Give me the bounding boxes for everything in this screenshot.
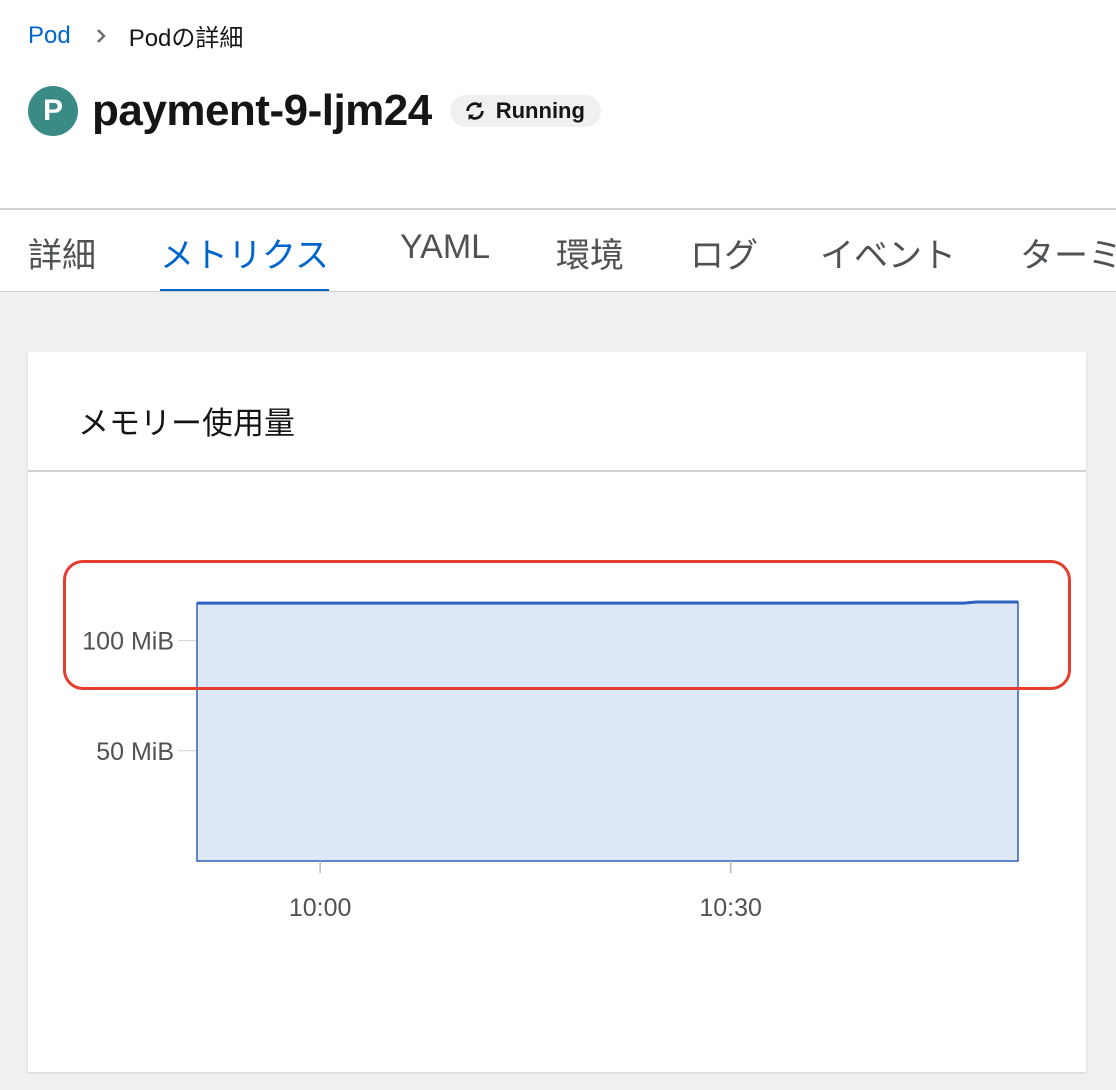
page-title: payment-9-ljm24 — [92, 86, 432, 135]
tab-logs[interactable]: ログ — [690, 228, 758, 291]
tab-metrics[interactable]: メトリクス — [160, 228, 329, 291]
memory-usage-chart[interactable]: 50 MiB100 MiB10:00 10:30 — [28, 352, 1086, 1072]
tab-details[interactable]: 詳細 — [28, 228, 96, 291]
x-tick-label: 10:00 — [289, 894, 352, 922]
chevron-right-icon — [95, 28, 107, 44]
x-tick-label: 10:30 — [699, 894, 762, 922]
pod-resource-icon: P — [28, 86, 78, 136]
breadcrumb: Pod Podの詳細 — [28, 18, 243, 53]
memory-usage-card: メモリー使用量 50 MiB 100 MiB 10:00 10:30 — [28, 352, 1086, 1072]
status-badge: Running — [449, 95, 601, 127]
tab-terminal[interactable]: ターミ — [1020, 228, 1116, 291]
tab-events[interactable]: イベント — [820, 228, 956, 291]
status-text: Running — [495, 98, 585, 123]
y-tick-label: 50 MiB — [96, 738, 174, 766]
tab-bar: 詳細 メトリクス YAML 環境 ログ イベント ターミ — [0, 208, 1116, 292]
breadcrumb-link-pods[interactable]: Pod — [28, 22, 71, 50]
sync-icon — [466, 101, 484, 121]
highlight-annotation — [63, 560, 1071, 690]
page-title-row: P payment-9-ljm24 Running — [28, 86, 601, 136]
breadcrumb-current: Podの詳細 — [128, 25, 244, 52]
tab-environment[interactable]: 環境 — [556, 228, 624, 291]
tab-yaml[interactable]: YAML — [400, 228, 490, 291]
